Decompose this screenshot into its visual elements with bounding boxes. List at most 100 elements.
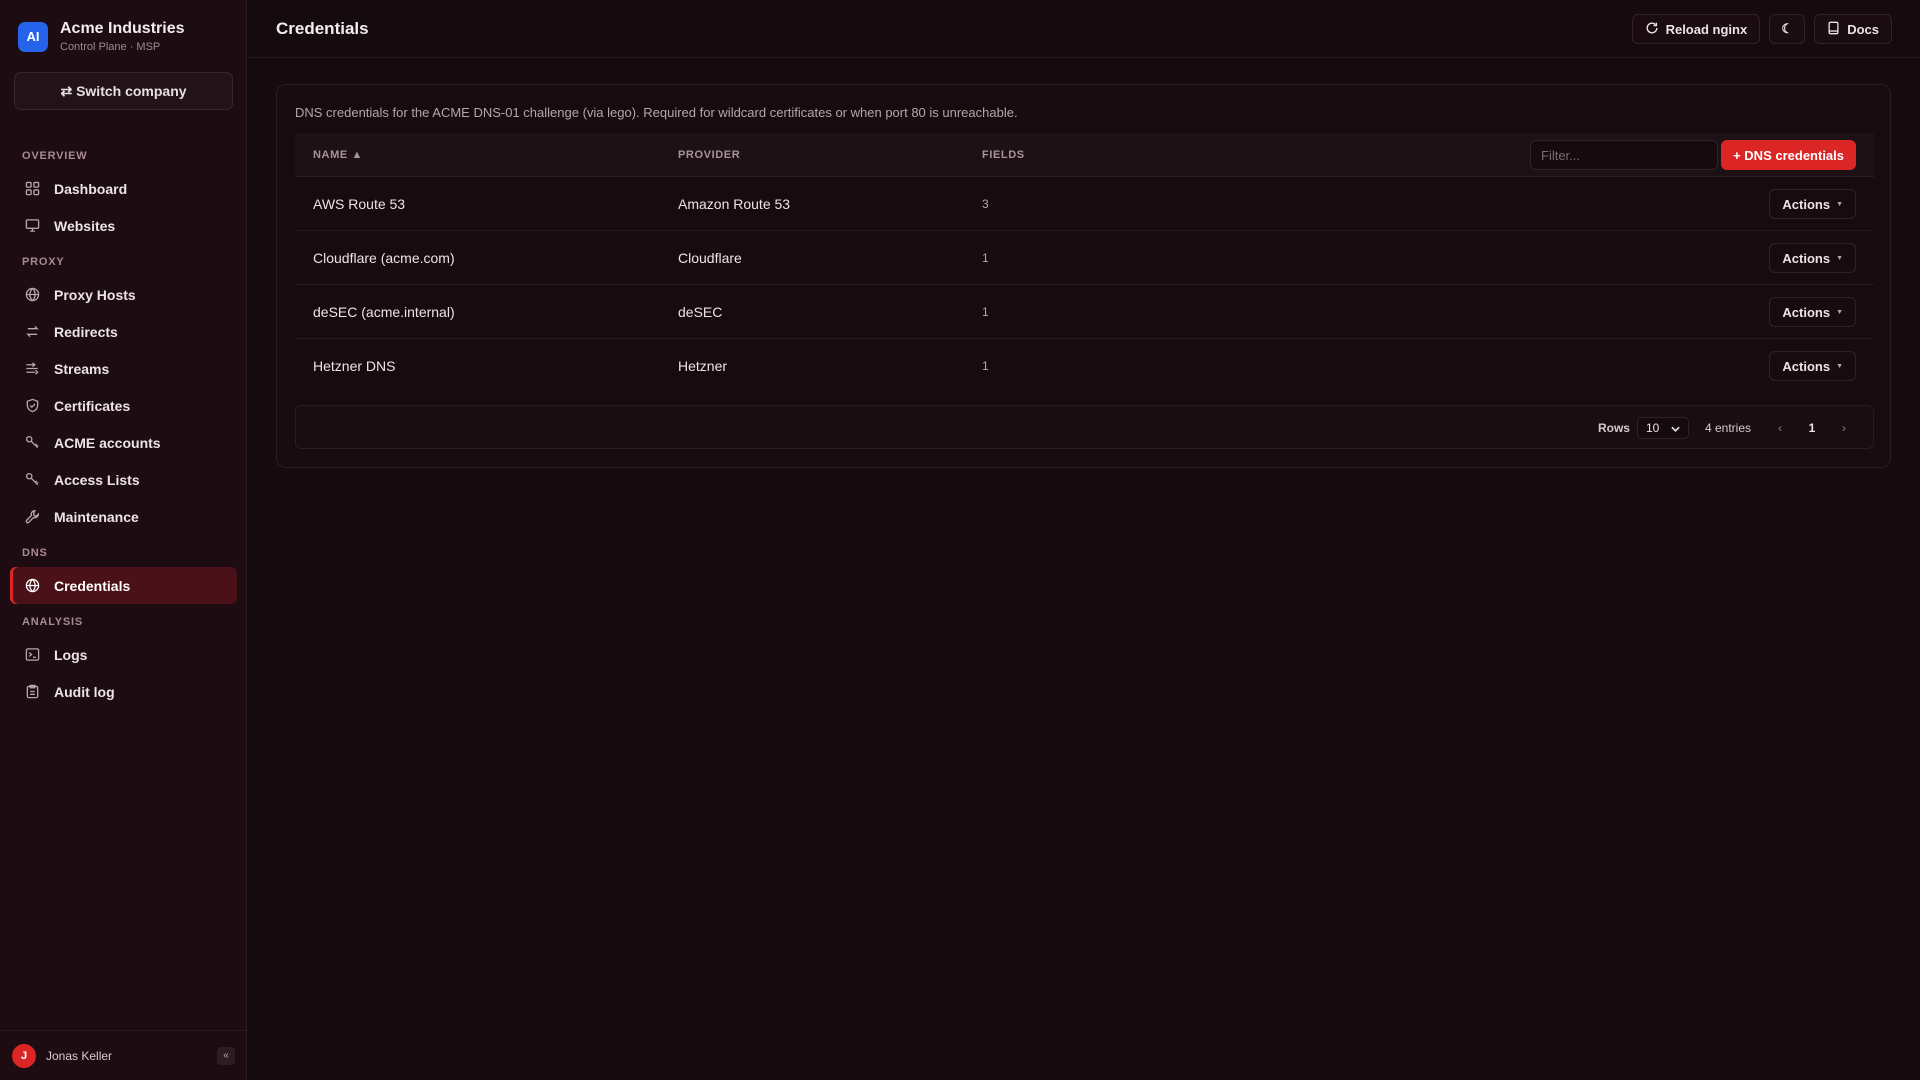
sidebar-item-label: Streams	[54, 360, 110, 377]
globe-icon	[24, 287, 40, 303]
avatar[interactable]: J	[12, 1043, 36, 1068]
table-row[interactable]: deSEC (acme.internal) deSEC 1 Actions ▼	[295, 285, 1874, 339]
prev-page-button[interactable]: ‹	[1769, 417, 1791, 439]
caret-down-icon: ▼	[1836, 200, 1843, 208]
caret-down-icon: ▼	[1836, 308, 1843, 316]
sidebar-item-label: Redirects	[54, 323, 118, 340]
actions-button[interactable]: Actions ▼	[1769, 351, 1856, 381]
rows-per-page-select[interactable]: 10	[1636, 417, 1689, 439]
current-page[interactable]: 1	[1791, 421, 1833, 435]
cell-name: AWS Route 53	[313, 196, 406, 212]
table-row[interactable]: Cloudflare (acme.com) Cloudflare 1 Actions ▼	[295, 231, 1874, 285]
sidebar-item-label: Logs	[54, 646, 88, 663]
actions-label: Actions	[1782, 250, 1831, 266]
entries-count: 4 entries	[1704, 421, 1751, 435]
page-title: Credentials	[276, 18, 369, 38]
table-row[interactable]: AWS Route 53 Amazon Route 53 3 Actions ▼	[295, 177, 1874, 231]
brand-name: Acme Industries	[60, 20, 185, 37]
sidebar-item-proxy-hosts[interactable]: Proxy Hosts	[10, 276, 237, 313]
sidebar-item-acme-accounts[interactable]: ACME accounts	[10, 424, 237, 461]
reload-nginx-button[interactable]: Reload nginx	[1631, 14, 1761, 44]
docs-button[interactable]: Docs	[1814, 14, 1892, 44]
book-icon	[1827, 21, 1840, 38]
column-fields[interactable]: FIELDS	[982, 133, 1025, 177]
actions-label: Actions	[1782, 196, 1831, 212]
caret-down-icon: ▼	[1836, 254, 1843, 262]
page-description: DNS credentials for the ACME DNS-01 chal…	[295, 105, 1018, 120]
cell-name: Cloudflare (acme.com)	[313, 250, 455, 266]
nav-section-proxy: PROXY	[22, 256, 65, 268]
sidebar-item-label: Dashboard	[54, 180, 128, 197]
actions-button[interactable]: Actions ▼	[1769, 243, 1856, 273]
key-icon	[24, 435, 40, 451]
sidebar-item-credentials[interactable]: Credentials	[10, 567, 237, 604]
shield-icon	[24, 398, 40, 414]
brand-logo: AI	[18, 21, 48, 52]
switch-company-button[interactable]: ⇄ Switch company	[14, 72, 233, 110]
monitor-icon	[24, 218, 40, 234]
sidebar-item-audit-log[interactable]: Audit log	[10, 673, 237, 710]
refresh-icon	[1645, 21, 1659, 38]
sidebar-item-label: Audit log	[54, 683, 115, 700]
pagination-bar: Rows 10 4 entries ‹ 1 ›	[295, 405, 1874, 449]
sidebar-item-streams[interactable]: Streams	[10, 350, 237, 387]
credentials-card: DNS credentials for the ACME DNS-01 chal…	[276, 84, 1891, 468]
dashboard-icon	[24, 181, 40, 197]
wrench-icon	[24, 509, 40, 525]
sidebar-item-websites[interactable]: Websites	[10, 207, 237, 244]
table-header: NAME ▲ PROVIDER FIELDS + DNS credentials	[295, 133, 1874, 177]
sidebar-item-label: Maintenance	[54, 508, 139, 525]
sidebar-item-maintenance[interactable]: Maintenance	[10, 498, 237, 535]
cell-provider: Cloudflare	[678, 250, 742, 266]
table-body: AWS Route 53 Amazon Route 53 3 Actions ▼ Clou…	[295, 177, 1874, 393]
cell-name: Hetzner DNS	[313, 358, 396, 374]
terminal-icon	[24, 647, 40, 663]
caret-down-icon: ▼	[1836, 362, 1843, 370]
cell-provider: Amazon Route 53	[678, 196, 791, 212]
sidebar-item-label: Certificates	[54, 397, 131, 414]
cell-fields: 1	[982, 359, 989, 373]
clipboard-icon	[24, 684, 40, 700]
cell-provider: deSEC	[678, 304, 723, 320]
cell-fields: 3	[982, 197, 989, 211]
cell-fields: 1	[982, 305, 989, 319]
rows-label: Rows	[1597, 421, 1630, 435]
next-page-button[interactable]: ›	[1833, 417, 1855, 439]
sidebar-item-label: ACME accounts	[54, 434, 161, 451]
sidebar-item-dashboard[interactable]: Dashboard	[10, 170, 237, 207]
sidebar-item-label: Websites	[54, 217, 116, 234]
cell-fields: 1	[982, 251, 989, 265]
rows-per-page-value: 10	[1645, 421, 1660, 435]
table-row[interactable]: Hetzner DNS Hetzner 1 Actions ▼	[295, 339, 1874, 393]
cell-name: deSEC (acme.internal)	[313, 304, 455, 320]
key-icon	[24, 472, 40, 488]
sidebar-item-access-lists[interactable]: Access Lists	[10, 461, 237, 498]
reload-nginx-label: Reload nginx	[1665, 21, 1748, 37]
user-name: Jonas Keller	[46, 1048, 113, 1063]
nav-section-analysis: ANALYSIS	[22, 616, 84, 628]
collapse-sidebar-button[interactable]: «	[217, 1046, 235, 1065]
brand-subtitle: Control Plane · MSP	[60, 41, 161, 53]
actions-label: Actions	[1782, 304, 1831, 320]
column-name[interactable]: NAME ▲	[313, 133, 363, 177]
nav-section-dns: DNS	[22, 547, 48, 559]
actions-button[interactable]: Actions ▼	[1769, 189, 1856, 219]
chevron-down-icon	[1671, 421, 1680, 435]
sidebar-item-redirects[interactable]: Redirects	[10, 313, 237, 350]
theme-toggle-button[interactable]: ☾	[1769, 14, 1806, 44]
column-provider[interactable]: PROVIDER	[678, 133, 740, 177]
sidebar-item-certificates[interactable]: Certificates	[10, 387, 237, 424]
nav-section-overview: OVERVIEW	[22, 150, 88, 162]
filter-input[interactable]	[1530, 140, 1718, 170]
redirect-icon	[24, 324, 40, 340]
sidebar-item-label: Access Lists	[54, 471, 140, 488]
top-header: Credentials Reload nginx ☾ Docs	[248, 0, 1920, 58]
sidebar-item-logs[interactable]: Logs	[10, 636, 237, 673]
actions-button[interactable]: Actions ▼	[1769, 297, 1856, 327]
globe-icon	[24, 578, 40, 594]
streams-icon	[24, 361, 40, 377]
moon-icon: ☾	[1781, 21, 1794, 36]
add-dns-credentials-button[interactable]: + DNS credentials	[1721, 140, 1856, 170]
docs-label: Docs	[1847, 21, 1879, 37]
sidebar-nav: OVERVIEW Dashboard Websites PROXY Proxy Host…	[10, 138, 237, 710]
